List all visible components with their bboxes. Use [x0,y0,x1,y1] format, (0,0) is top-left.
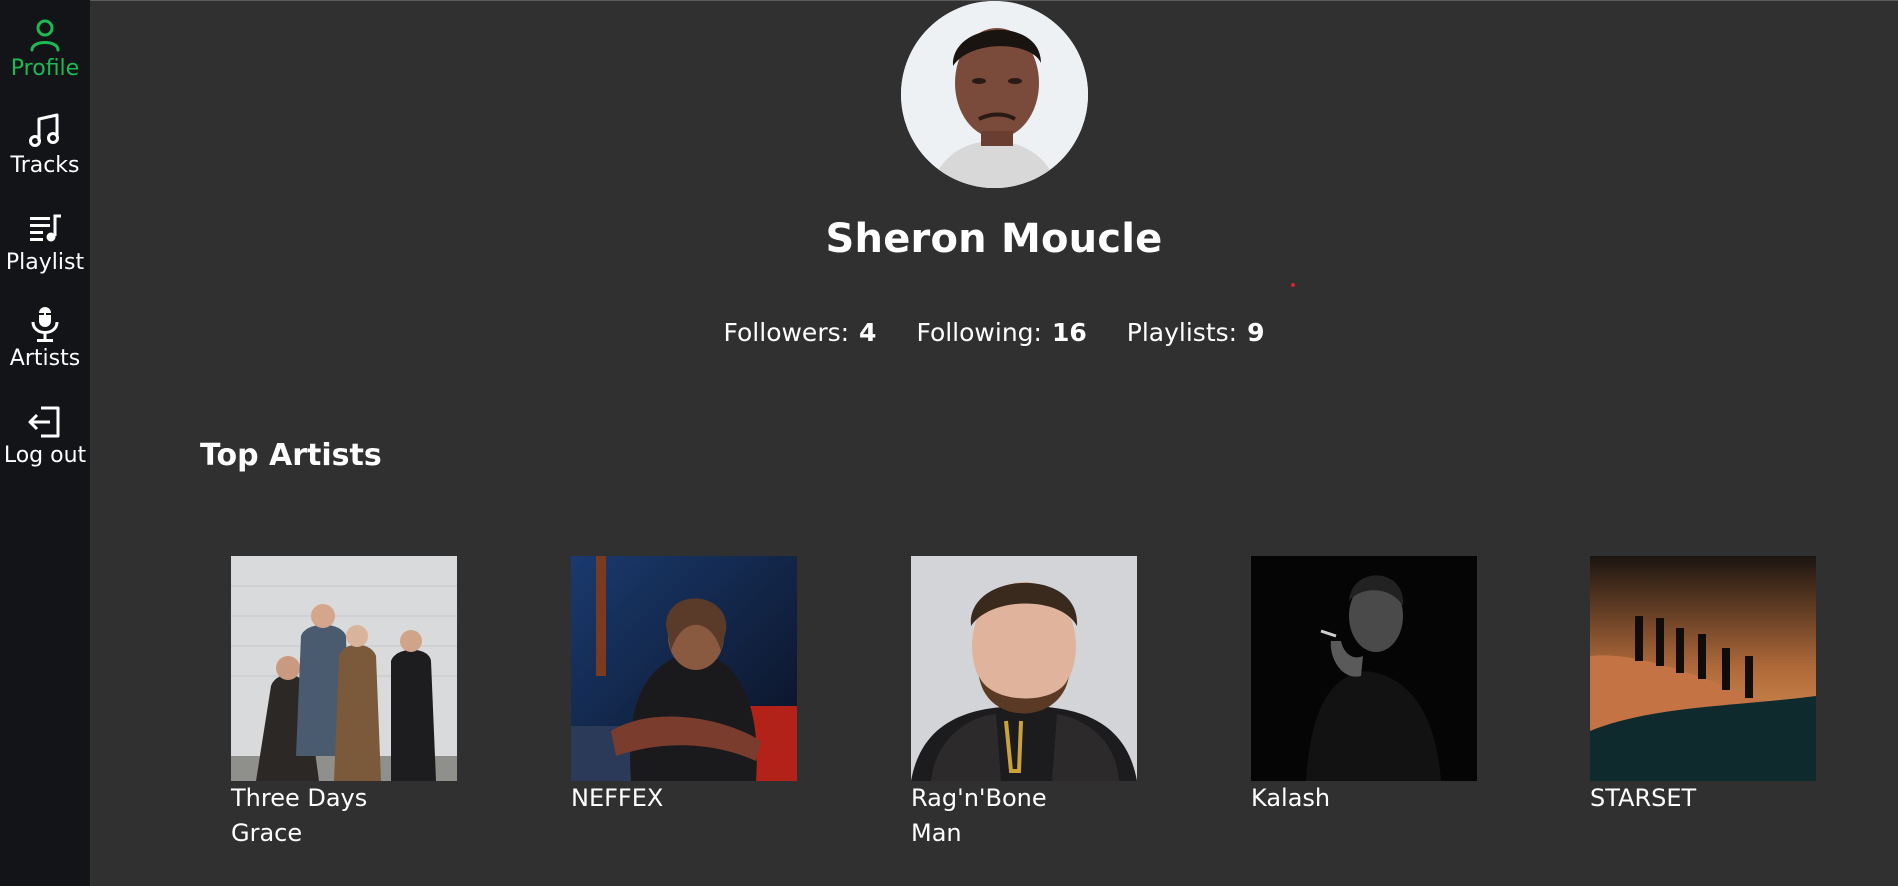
stat-label: Playlists: [1126,318,1238,347]
sidebar-item-logout[interactable]: Log out [0,401,90,469]
sidebar-item-label: Tracks [10,153,80,178]
stat-label: Followers: [723,318,850,347]
sidebar: Profile Tracks Playlist Artists Log out [0,0,90,886]
sidebar-item-profile[interactable]: Profile [0,14,90,82]
sidebar-item-label: Profile [10,56,80,81]
artist-name: Kalash [1251,784,1331,812]
following-stat[interactable]: Following: 16 [916,318,1086,347]
artist-name: STARSET [1590,784,1697,812]
avatar-photo [901,1,1088,188]
sidebar-item-label: Log out [3,443,87,468]
user-icon [30,19,60,52]
sidebar-item-label: Artists [9,346,81,371]
artist-card[interactable]: NEFFEX [571,556,797,816]
avatar [901,1,1088,188]
profile-stats: Followers: 4 Following: 16 Playlists: 9 [0,318,1898,347]
artist-name: Three Days Grace [231,784,368,847]
section-title: Top Artists [200,438,382,473]
artist-name: Rag'n'Bone Man [911,784,1047,847]
music-note-icon [29,113,59,147]
artist-image [1590,556,1816,781]
logout-icon [28,406,60,438]
artist-card[interactable]: Three Days Grace [231,556,457,851]
sidebar-item-tracks[interactable]: Tracks [0,111,90,179]
artist-image [1251,556,1477,781]
stat-value: 9 [1247,318,1265,347]
artist-card[interactable]: STARSET [1590,556,1816,816]
playlists-stat[interactable]: Playlists: 9 [1127,318,1265,347]
top-border [0,0,1898,1]
artist-card[interactable]: Rag'n'Bone Man [911,556,1137,851]
artist-image [231,556,457,781]
artist-image [571,556,797,781]
artist-name: NEFFEX [571,784,664,812]
stat-label: Following: [916,318,1042,347]
decorative-dot [1291,283,1295,287]
followers-stat[interactable]: Followers: 4 [724,318,877,347]
artist-image [911,556,1137,781]
stat-value: 4 [859,318,877,347]
stat-value: 16 [1051,318,1087,347]
artist-card[interactable]: Kalash [1251,556,1477,816]
profile-name: Sheron Moucle [825,216,1163,262]
